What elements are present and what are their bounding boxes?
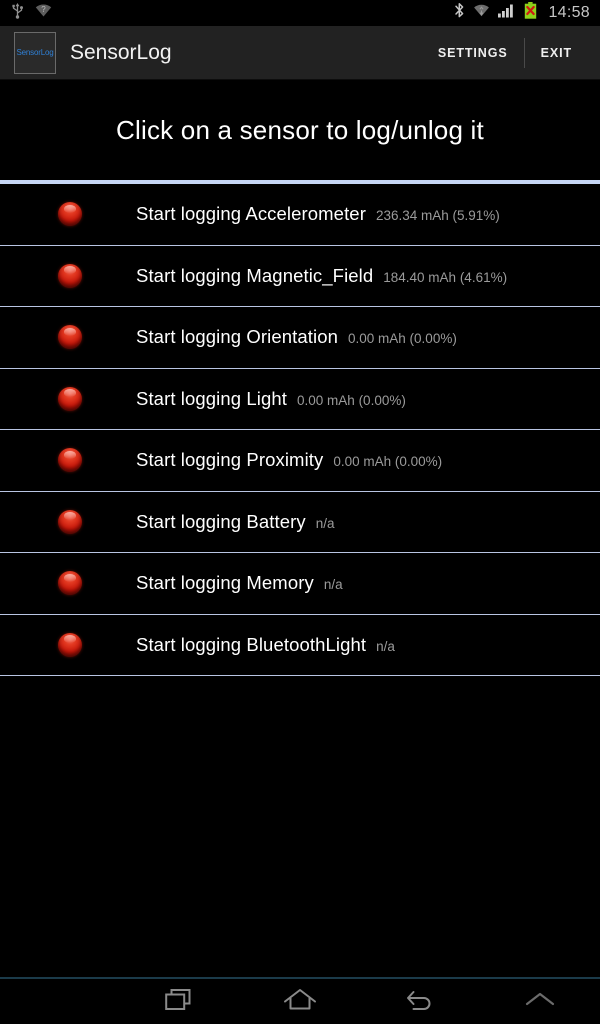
recents-icon — [165, 987, 195, 1016]
sensor-row-text: Start logging Accelerometer 236.34 mAh (5… — [136, 203, 500, 225]
action-bar: SensorLog SensorLog SETTINGS EXIT — [0, 26, 600, 80]
sensor-row[interactable]: Start logging Battery n/a — [0, 491, 600, 553]
sensor-row-text: Start logging Proximity 0.00 mAh (0.00%) — [136, 449, 442, 471]
app-title: SensorLog — [70, 40, 172, 64]
status-clock: 14:58 — [548, 4, 590, 21]
sensor-battery-stat: 0.00 mAh (0.00%) — [348, 331, 457, 347]
headline-container: Click on a sensor to log/unlog it — [0, 80, 600, 180]
sensor-battery-stat: n/a — [376, 638, 395, 654]
led-indicator-icon — [58, 325, 82, 350]
cellular-signal-icon — [498, 3, 516, 23]
expand-button[interactable] — [480, 979, 600, 1024]
sensor-row-text: Start logging Light 0.00 mAh (0.00%) — [136, 388, 406, 410]
nav-spacer-left — [0, 979, 120, 1024]
sensor-row[interactable]: Start logging Accelerometer 236.34 mAh (5… — [0, 184, 600, 246]
sensor-row-text: Start logging Orientation 0.00 mAh (0.00%… — [136, 326, 457, 348]
sensor-label: Start logging Accelerometer — [136, 203, 366, 225]
led-indicator-icon — [58, 202, 82, 227]
home-icon — [283, 987, 317, 1016]
sensor-row[interactable]: Start logging Magnetic_Field 184.40 mAh (… — [0, 245, 600, 307]
sensor-battery-stat: 0.00 mAh (0.00%) — [297, 392, 406, 408]
sensor-row-text: Start logging BluetoothLight n/a — [136, 634, 395, 656]
sensor-label: Start logging Magnetic_Field — [136, 264, 374, 286]
led-indicator-icon — [58, 632, 82, 657]
action-bar-actions: SETTINGS EXIT — [422, 26, 588, 79]
usb-icon — [10, 2, 25, 24]
sensor-row[interactable]: Start logging Proximity 0.00 mAh (0.00%) — [0, 430, 600, 492]
empty-area — [0, 676, 600, 977]
settings-button[interactable]: SETTINGS — [422, 26, 524, 79]
wifi-icon — [473, 3, 490, 23]
status-bar: ? 14:58 — [0, 0, 600, 26]
status-bar-right-icons: 14:58 — [454, 2, 590, 24]
app-icon-label: SensorLog — [16, 48, 54, 57]
system-nav-bar — [0, 979, 600, 1024]
back-icon — [404, 987, 436, 1016]
sensor-row-text: Start logging Memory n/a — [136, 572, 343, 594]
app-root: ? 14:58 SensorLog SensorLog SETTINGS EXI… — [0, 0, 600, 1024]
led-indicator-icon — [58, 386, 82, 411]
status-bar-left-icons: ? — [10, 2, 52, 24]
main-content: Click on a sensor to log/unlog it Start … — [0, 80, 600, 676]
sensor-label: Start logging Proximity — [136, 449, 324, 471]
battery-error-icon — [524, 2, 537, 24]
sensor-row[interactable]: Start logging Orientation 0.00 mAh (0.00%… — [0, 307, 600, 369]
page-title: Click on a sensor to log/unlog it — [116, 114, 484, 145]
sensor-label: Start logging Memory — [136, 572, 314, 594]
bluetooth-icon — [454, 2, 465, 24]
sensor-battery-stat: 184.40 mAh (4.61%) — [383, 269, 508, 285]
sensor-label: Start logging BluetoothLight — [136, 633, 367, 655]
sensor-battery-stat: 236.34 mAh (5.91%) — [375, 208, 500, 224]
sensor-battery-stat: 0.00 mAh (0.00%) — [333, 454, 443, 470]
sensor-label: Start logging Battery — [136, 510, 306, 532]
exit-button[interactable]: EXIT — [525, 26, 588, 79]
sensor-row[interactable]: Start logging Light 0.00 mAh (0.00%) — [0, 368, 600, 430]
back-button[interactable] — [360, 979, 480, 1024]
chevron-up-icon — [523, 989, 557, 1014]
led-indicator-icon — [58, 263, 82, 288]
sensor-row[interactable]: Start logging Memory n/a — [0, 553, 600, 615]
sensor-row[interactable]: Start logging BluetoothLight n/a — [0, 614, 600, 676]
sensor-label: Start logging Orientation — [136, 326, 339, 348]
sensor-battery-stat: n/a — [323, 577, 343, 593]
app-icon: SensorLog — [14, 31, 56, 74]
sensor-label: Start logging Light — [136, 387, 288, 409]
sensor-row-text: Start logging Magnetic_Field 184.40 mAh (… — [136, 265, 507, 287]
led-indicator-icon — [58, 509, 82, 534]
sensor-row-text: Start logging Battery n/a — [136, 511, 335, 533]
sensor-battery-stat: n/a — [315, 515, 335, 531]
led-indicator-icon — [58, 448, 82, 473]
recents-button[interactable] — [120, 979, 240, 1024]
led-indicator-icon — [58, 571, 82, 596]
sensor-list: Start logging Accelerometer 236.34 mAh (5… — [0, 184, 600, 676]
wifi-unknown-icon: ? — [35, 3, 52, 23]
svg-text:?: ? — [41, 5, 46, 14]
home-button[interactable] — [240, 979, 360, 1024]
